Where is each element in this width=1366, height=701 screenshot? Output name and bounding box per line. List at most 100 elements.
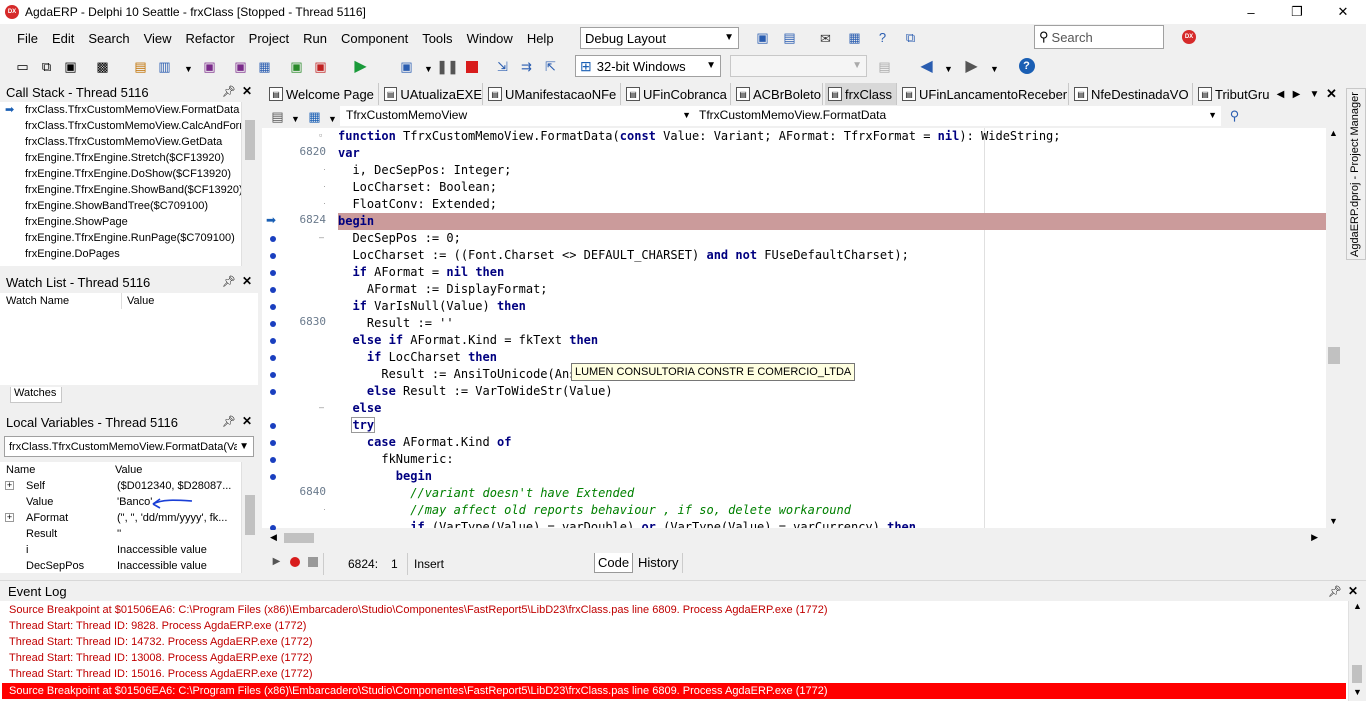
tab-ufinlancamentoreceber[interactable]: ▤ UFinLancamentoReceber <box>899 83 1069 105</box>
close-icon[interactable]: ✕ <box>242 84 252 98</box>
menu-view[interactable]: View <box>137 31 179 46</box>
event-log-line[interactable]: Thread Start: Thread ID: 13008. Process … <box>9 650 313 666</box>
table-row[interactable]: Value 'Banco' <box>0 495 240 511</box>
new-file-icon[interactable]: ▭ <box>14 58 31 75</box>
chevron-down-icon[interactable]: ▼ <box>324 110 341 127</box>
menu-file[interactable]: File <box>10 31 45 46</box>
chevron-down-icon[interactable]: ▼ <box>986 60 1003 77</box>
menu-run[interactable]: Run <box>296 31 334 46</box>
find-method-icon[interactable]: ⚲ <box>1226 107 1243 124</box>
menu-project[interactable]: Project <box>242 31 296 46</box>
code-line[interactable]: var <box>338 145 1326 162</box>
chevron-down-icon[interactable]: ▼ <box>940 60 957 77</box>
close-icon[interactable]: ✕ <box>242 274 252 288</box>
executable-line-dot[interactable] <box>270 440 276 446</box>
new-items-icon[interactable]: ⧉ <box>38 58 55 75</box>
code-line[interactable]: if VarIsNull(Value) then <box>338 298 1326 315</box>
table-row[interactable]: + AFormat (", ", 'dd/mm/yyyy', fk... <box>0 511 240 527</box>
editor-vscrollbar[interactable]: ▲ ▼ <box>1326 128 1342 528</box>
table-row[interactable]: + Self ($D012340, $D28087... <box>0 479 240 495</box>
scroll-thumb[interactable] <box>245 120 255 160</box>
tab-acbrboleto[interactable]: ▤ ACBrBoleto <box>733 83 823 105</box>
code-line[interactable]: else if AFormat.Kind = fkText then <box>338 332 1326 349</box>
help-icon[interactable]: ? <box>1018 57 1035 74</box>
scroll-down-icon[interactable]: ▼ <box>1353 687 1362 697</box>
call-stack-item[interactable]: frxEngine.TfrxEngine.Stretch($CF13920) <box>0 150 258 166</box>
code-line[interactable]: LocCharset := ((Font.Charset <> DEFAULT_… <box>338 247 1326 264</box>
back-arrow-icon[interactable]: ◀ <box>918 57 935 75</box>
event-log-line[interactable]: Source Breakpoint at $01506EA6: C:\Progr… <box>9 602 828 618</box>
editor-gutter[interactable]: 6820 6824 6830 6840 ➡ ▫ · · · – – · <box>262 128 338 531</box>
menu-edit[interactable]: Edit <box>45 31 81 46</box>
code-comment[interactable]: //may affect old reports behaviour , if … <box>338 502 1326 519</box>
layout-combo[interactable]: Debug Layout ▼ <box>580 27 739 49</box>
tab-list-icon[interactable]: ▼ <box>1306 86 1323 103</box>
open-project-icon[interactable]: ▤ <box>132 58 149 75</box>
locals-name-column-header[interactable]: Name <box>6 464 35 476</box>
expand-icon[interactable]: + <box>5 481 14 490</box>
record-macro-icon[interactable] <box>286 553 303 570</box>
selected-event-row[interactable]: Source Breakpoint at $01506EA6: C:\Progr… <box>2 683 1346 699</box>
project-manager-sidetab[interactable]: AgdaERP.dproj - Project Manager <box>1346 88 1366 260</box>
run-without-debug-icon[interactable]: ▣ <box>398 58 415 75</box>
scroll-thumb[interactable] <box>1328 347 1340 364</box>
tab-ufincobranca[interactable]: ▤ UFinCobranca <box>623 83 731 105</box>
editor-hscrollbar[interactable]: ◀ ▶ <box>268 530 1326 546</box>
minimize-button[interactable]: – <box>1228 0 1274 24</box>
close-icon[interactable]: ✕ <box>242 414 252 428</box>
pin-icon[interactable]: 📌︎ <box>222 275 236 288</box>
trace-into-icon[interactable]: ⇲ <box>494 58 511 75</box>
code-explorer-icon[interactable]: ▤ <box>269 108 286 125</box>
calendar-icon[interactable]: ▦ <box>846 29 863 46</box>
tab-history[interactable]: History <box>635 553 683 573</box>
scroll-thumb[interactable] <box>245 495 255 535</box>
close-tab-icon[interactable]: ✕ <box>1323 85 1340 102</box>
executable-line-dot[interactable] <box>270 287 276 293</box>
code-line[interactable]: Result := '' <box>338 315 1326 332</box>
step-over-icon[interactable]: ⇉ <box>518 58 535 75</box>
play-macro-icon[interactable]: ▶ <box>268 553 285 570</box>
event-log-line[interactable]: Thread Start: Thread ID: 14732. Process … <box>9 634 313 650</box>
code-line[interactable]: LocCharset: Boolean; <box>338 179 1326 196</box>
forward-arrow-icon[interactable]: ▶ <box>963 57 980 75</box>
add-to-project-icon[interactable]: ▣ <box>288 58 305 75</box>
tab-tributgru[interactable]: ▤ TributGru <box>1195 83 1272 105</box>
help-bubble-icon[interactable]: ? <box>874 29 891 46</box>
code-line[interactable]: fkNumeric: <box>338 451 1326 468</box>
executable-line-dot[interactable] <box>270 389 276 395</box>
table-row[interactable]: i Inaccessible value <box>0 543 240 559</box>
tab-nfedestinadavo[interactable]: ▤ NfeDestinadaVO <box>1071 83 1193 105</box>
platform-combo[interactable]: ⊞ 32-bit Windows ▼ <box>575 55 721 77</box>
chevron-down-icon[interactable]: ▼ <box>180 60 197 77</box>
chevron-down-icon[interactable]: ▼ <box>287 110 304 127</box>
save-as-icon[interactable]: ▣ <box>232 58 249 75</box>
table-row[interactable]: DecSepPos Inaccessible value <box>0 559 240 575</box>
scroll-up-icon[interactable]: ▲ <box>1353 601 1362 611</box>
tab-scroll-left-icon[interactable]: ◀ <box>1272 86 1289 103</box>
executable-line-dot[interactable] <box>270 423 276 429</box>
locals-frame-combo[interactable]: frxClass.TfrxCustomMemoView.FormatData(V… <box>4 436 254 457</box>
call-stack-item[interactable]: frxEngine.ShowBandTree($C709100) <box>0 198 258 214</box>
breakpoint-line[interactable]: begin <box>338 213 1326 230</box>
config-combo[interactable]: ▼ <box>730 55 867 77</box>
event-log-line[interactable]: Thread Start: Thread ID: 9828. Process A… <box>9 618 306 634</box>
chevron-down-icon[interactable]: ▼ <box>420 60 437 77</box>
executable-line-dot[interactable] <box>270 474 276 480</box>
scroll-left-icon[interactable]: ◀ <box>270 532 277 543</box>
save-icon[interactable]: ▣ <box>201 58 218 75</box>
open-icon[interactable]: ▣ <box>62 58 79 75</box>
save-all-icon[interactable]: ▩ <box>94 58 111 75</box>
executable-line-dot[interactable] <box>270 236 276 242</box>
scroll-thumb[interactable] <box>1352 665 1362 683</box>
tab-frxclass[interactable]: ▤ frxClass <box>825 83 897 105</box>
menu-help[interactable]: Help <box>520 31 561 46</box>
executable-line-dot[interactable] <box>270 270 276 276</box>
tab-welcome-page[interactable]: ▤ Welcome Page <box>266 83 379 105</box>
devexpress-icon[interactable]: DX <box>1182 30 1196 44</box>
close-button[interactable]: ✕ <box>1320 0 1366 24</box>
code-line[interactable]: else <box>338 400 1326 417</box>
remote-icon[interactable]: ⧉ <box>902 29 919 46</box>
tab-watches[interactable]: Watches <box>10 387 62 403</box>
code-editor[interactable]: function TfrxCustomMemoView.FormatData(c… <box>338 128 1326 528</box>
menu-component[interactable]: Component <box>334 31 415 46</box>
